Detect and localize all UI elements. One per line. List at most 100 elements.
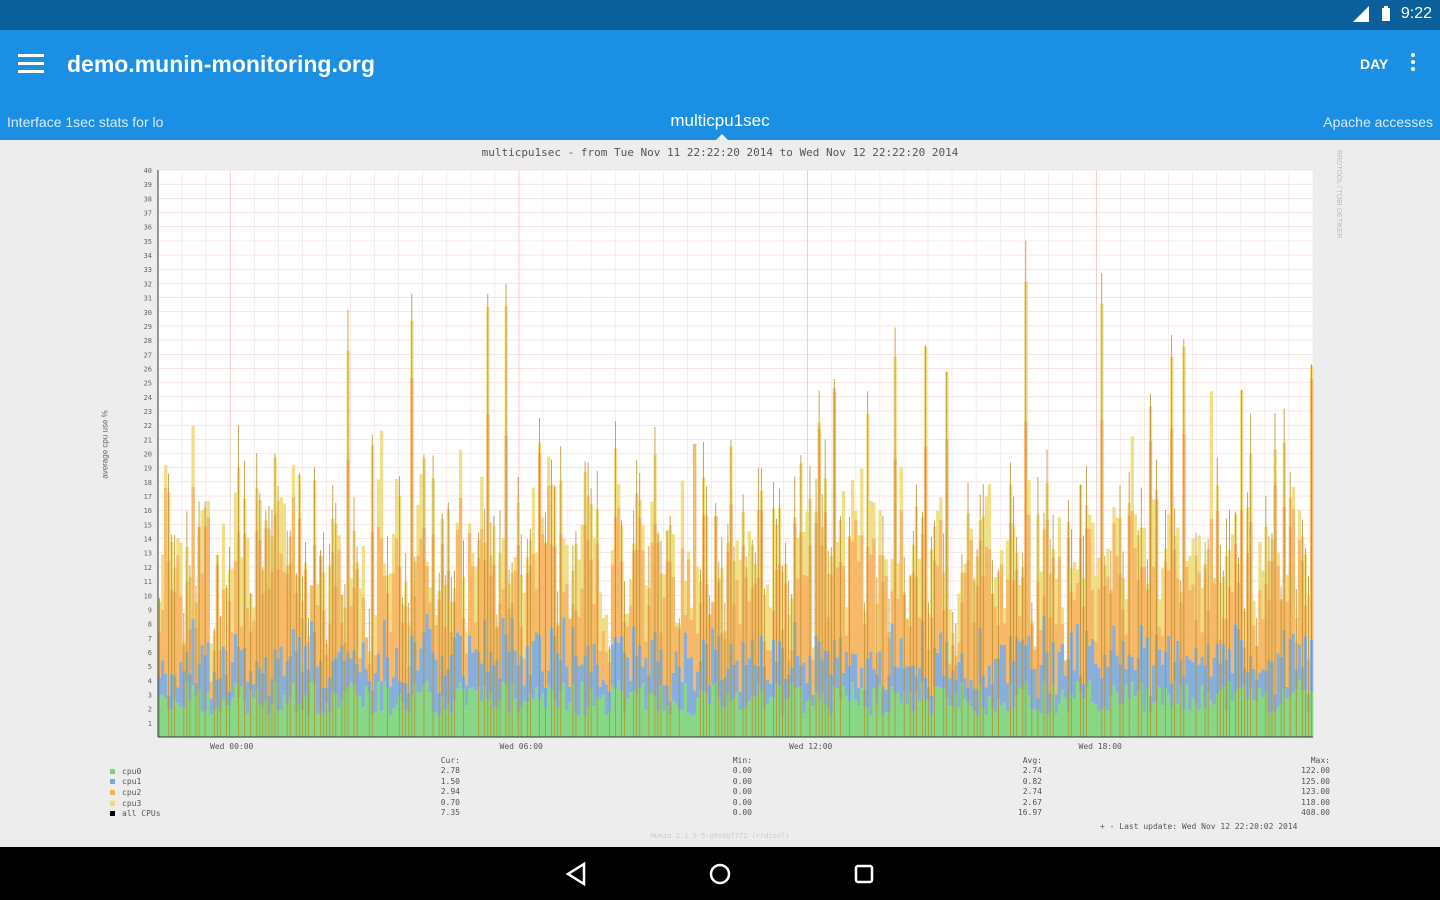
bar-segment xyxy=(1197,572,1201,665)
bar-segment xyxy=(471,687,475,737)
bar-segment xyxy=(1054,713,1058,737)
recents-icon[interactable] xyxy=(850,860,878,888)
bar-segment xyxy=(1209,518,1213,677)
bar-segment xyxy=(999,564,1004,645)
bar-segment xyxy=(860,468,864,536)
bar-segment xyxy=(1133,696,1138,737)
bar-segment xyxy=(905,666,910,705)
bar-segment xyxy=(872,669,876,688)
bar-segment xyxy=(735,692,739,737)
bar-segment xyxy=(905,704,910,737)
bar-segment xyxy=(1252,600,1256,626)
bar-segment xyxy=(358,657,362,673)
bar-segment xyxy=(1161,568,1165,637)
bar-segment xyxy=(644,585,648,642)
bar-segment xyxy=(252,684,256,698)
bar-segment xyxy=(1197,535,1201,573)
bar-segment xyxy=(686,551,691,560)
bar-segment xyxy=(899,510,903,639)
bar-segment xyxy=(650,693,654,737)
legend-item: cpu2 xyxy=(110,787,161,798)
bar-segment xyxy=(474,622,478,650)
y-tick-label: 6 xyxy=(148,649,152,657)
bar-segment xyxy=(936,686,940,737)
bar-segment xyxy=(200,712,204,737)
bar-segment xyxy=(577,559,581,617)
bar-segment xyxy=(419,474,423,539)
bar-segment xyxy=(1188,710,1192,737)
bar-segment xyxy=(176,538,180,556)
y-tick-label: 4 xyxy=(148,677,152,685)
y-tick-label: 28 xyxy=(144,337,152,345)
bar-segment xyxy=(577,715,581,737)
bar-segment xyxy=(1209,676,1213,701)
legend-value: 7.35 xyxy=(440,808,460,818)
x-tick-label: Wed 18:00 xyxy=(1078,742,1122,751)
bar-segment xyxy=(650,640,654,694)
bar-segment xyxy=(738,624,742,693)
bar-segment xyxy=(1063,661,1068,676)
bar-segment xyxy=(644,709,648,737)
bar-segment xyxy=(629,692,633,737)
bar-segment xyxy=(738,709,742,737)
bar-segment xyxy=(629,605,633,681)
bar-segment xyxy=(1124,634,1128,669)
bar-segment xyxy=(999,549,1004,565)
bar-segment xyxy=(1167,514,1171,571)
legend-item: cpu1 xyxy=(110,777,161,788)
bar-segment xyxy=(957,642,961,662)
bar-segment xyxy=(1230,701,1235,737)
bar-segment xyxy=(309,620,314,682)
y-tick-label: 25 xyxy=(144,380,152,388)
bar-segment xyxy=(376,682,381,737)
bar-segment xyxy=(796,687,800,737)
bar-segment xyxy=(671,700,676,737)
bar-segment xyxy=(176,687,180,704)
bar-segment xyxy=(513,570,517,651)
bar-segment xyxy=(601,694,606,737)
tab-current[interactable]: multicpu1sec xyxy=(0,111,1440,131)
home-icon[interactable] xyxy=(706,860,734,888)
bar-segment xyxy=(844,635,849,652)
bar-segment xyxy=(480,528,484,664)
bar-segment xyxy=(1176,527,1180,579)
bar-segment xyxy=(841,491,846,566)
y-tick-label: 23 xyxy=(144,408,152,416)
bar-segment xyxy=(857,561,861,689)
back-icon[interactable] xyxy=(562,860,590,888)
bar-segment xyxy=(629,680,633,693)
bar-segment xyxy=(692,443,697,691)
overflow-menu-icon[interactable] xyxy=(1405,50,1421,80)
legend-column: Cur: 2.78 1.50 2.94 0.70 7.35 xyxy=(400,756,460,819)
bar-segment xyxy=(176,555,180,688)
bar-segment xyxy=(1094,704,1098,737)
bar-segment xyxy=(501,538,505,589)
navigation-bar xyxy=(0,847,1440,900)
bar-segment xyxy=(896,667,900,693)
tab-previous[interactable]: Interface 1sec stats for lo xyxy=(7,114,163,130)
menu-icon[interactable] xyxy=(18,54,44,74)
bar-segment xyxy=(425,561,429,567)
bar-segment xyxy=(580,664,584,682)
bar-segment xyxy=(395,648,399,706)
bar-segment xyxy=(522,592,527,659)
bar-segment xyxy=(1112,685,1116,737)
bar-segment xyxy=(768,607,773,651)
y-tick-label: 7 xyxy=(148,635,152,643)
bar-segment xyxy=(1185,684,1189,737)
bar-segment xyxy=(1176,703,1180,737)
y-tick-label: 26 xyxy=(144,365,152,373)
legend-swatch xyxy=(110,800,115,806)
bar-segment xyxy=(522,700,527,737)
tab-next[interactable]: Apache accesses xyxy=(1323,114,1433,130)
bar-segment xyxy=(221,523,226,590)
range-button[interactable]: DAY xyxy=(1360,56,1388,72)
bar-segment xyxy=(626,613,630,627)
bar-segment xyxy=(854,699,858,737)
bar-segment xyxy=(695,567,700,634)
legend-value: 1.50 xyxy=(440,776,460,786)
bar-segment xyxy=(610,564,615,645)
bar-segment xyxy=(872,687,876,737)
bar-segment xyxy=(869,554,873,652)
bar-segment xyxy=(604,715,609,737)
